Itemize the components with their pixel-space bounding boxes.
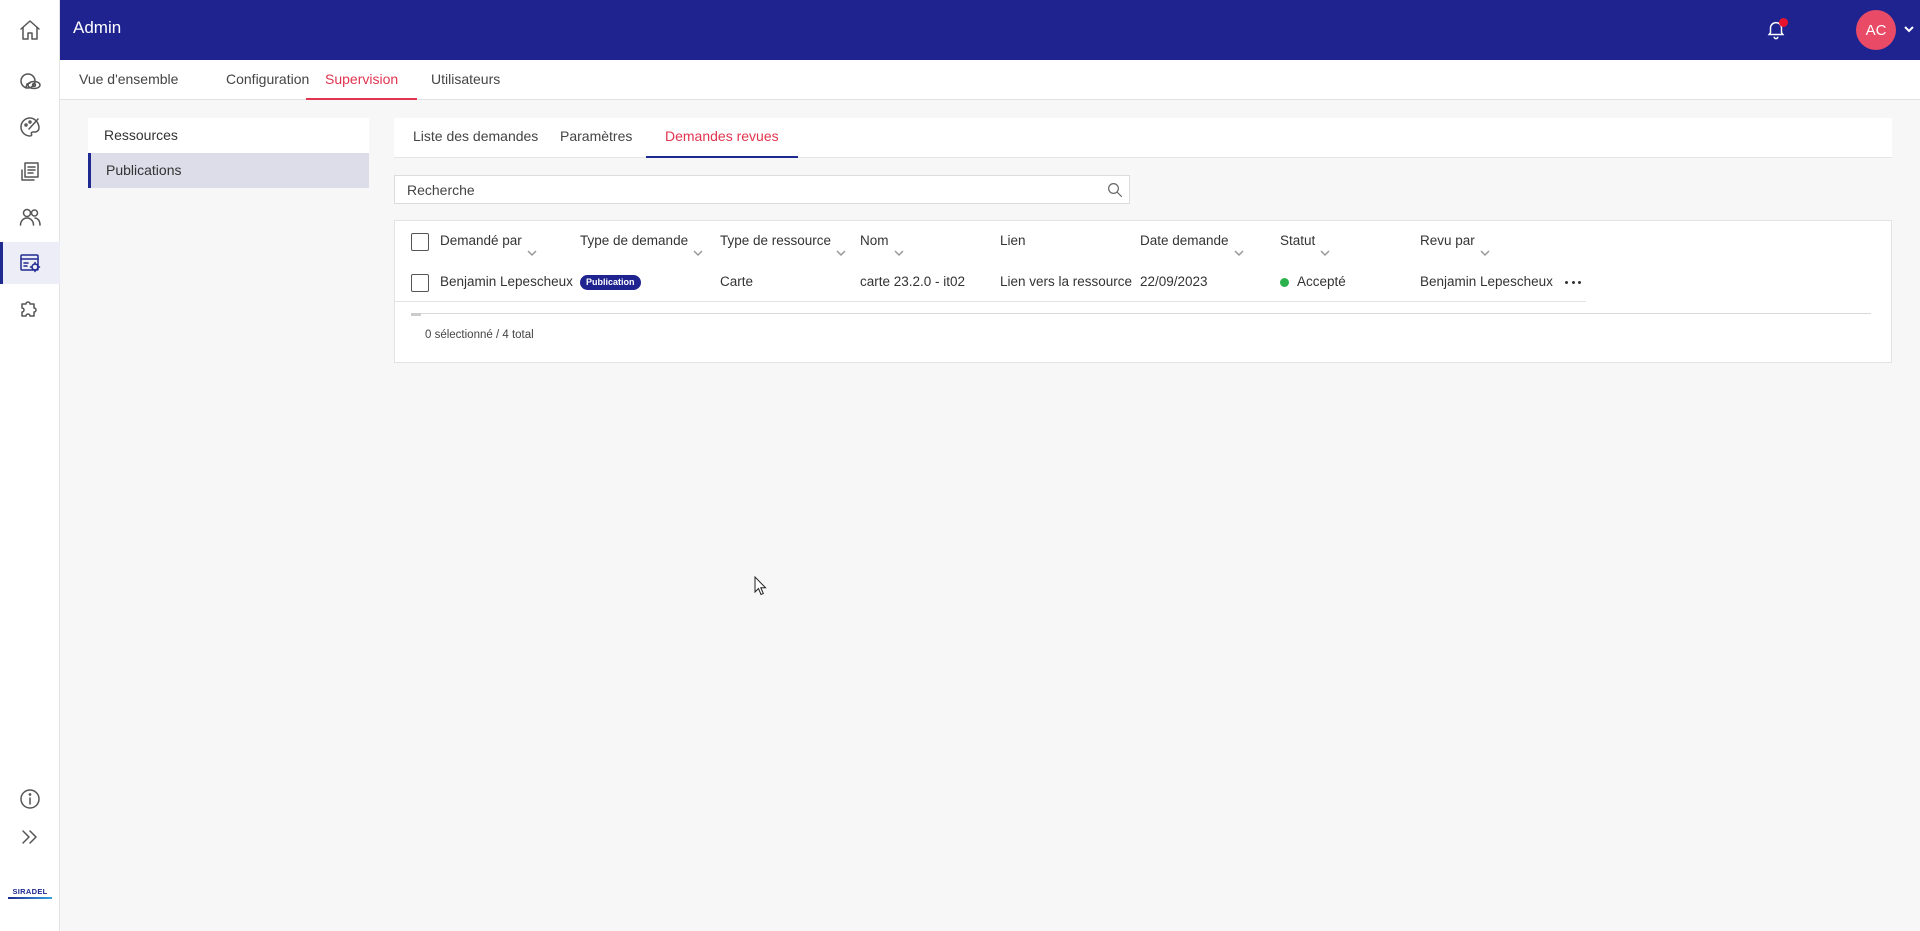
user-avatar[interactable]: AC (1856, 10, 1896, 50)
column-header-request-type[interactable]: Type de demande (580, 221, 704, 261)
chevron-down-icon (1319, 235, 1331, 257)
search-icon (1108, 182, 1123, 197)
rail-admin-settings[interactable] (0, 242, 60, 284)
cell-request-date: 22/09/2023 (1140, 274, 1208, 289)
selection-count: 0 sélectionné / 4 total (425, 329, 534, 341)
status-label: Accepté (1297, 274, 1346, 289)
main-tabs: Vue d'ensemble Configuration Supervision… (60, 60, 1920, 100)
column-label: Revu par (1420, 233, 1475, 248)
rail-expand[interactable] (0, 816, 60, 858)
cell-request-type: Publication (580, 262, 641, 302)
cell-requested-by: Benjamin Lepescheux (440, 274, 573, 289)
column-label: Statut (1280, 233, 1316, 248)
notification-dot (1779, 18, 1788, 27)
reviewed-requests-table: Demandé par Type de demande Type de ress… (394, 220, 1892, 363)
company-logo: SIRADEL (6, 887, 54, 903)
column-label: Type de ressource (720, 233, 832, 248)
cell-resource-type: Carte (720, 274, 754, 289)
documents-icon (21, 162, 39, 181)
chevron-down-icon (692, 235, 704, 257)
search-button[interactable] (1101, 176, 1129, 203)
rail-info[interactable] (0, 778, 60, 820)
app-title: Admin (73, 18, 122, 37)
home-icon (20, 20, 40, 40)
rail-extensions[interactable] (0, 287, 60, 329)
side-item-publications[interactable]: Publications (88, 153, 369, 188)
column-label: Lien (1000, 233, 1026, 248)
tab-supervision[interactable]: Supervision (306, 60, 418, 100)
status-accepted-dot (1280, 277, 1289, 287)
monitoring-icon (20, 73, 41, 90)
rail-documents[interactable] (0, 151, 60, 193)
column-header-resource-type[interactable]: Type de ressource (720, 221, 847, 261)
table-header-row: Demandé par Type de demande Type de ress… (395, 221, 1585, 261)
design-icon (20, 117, 40, 137)
admin-settings-icon (20, 254, 41, 273)
chevron-down-icon (526, 235, 538, 257)
column-label: Type de demande (580, 233, 689, 248)
cell-name: carte 23.2.0 - it02 (860, 274, 966, 289)
left-rail: SIRADEL (0, 0, 60, 931)
row-checkbox[interactable] (411, 274, 429, 292)
info-icon (20, 789, 40, 809)
publication-sub-tabs: Liste des demandes Paramètres Demandes r… (394, 118, 1892, 158)
rail-design[interactable] (0, 106, 60, 148)
tab-reviewed-requests[interactable]: Demandes revues (646, 118, 798, 158)
column-header-request-date[interactable]: Date demande (1140, 221, 1245, 261)
chevron-down-icon (835, 235, 847, 257)
column-header-link: Lien (1000, 221, 1026, 261)
resource-link[interactable]: Lien vers la ressource (1000, 262, 1132, 302)
column-header-reviewed-by[interactable]: Revu par (1420, 221, 1491, 261)
mouse-cursor-icon (754, 576, 767, 596)
cell-reviewed-by: Benjamin Lepescheux (1420, 274, 1553, 289)
top-header: Admin AC (60, 0, 1920, 60)
row-actions-button[interactable] (1565, 275, 1581, 289)
supervision-side-menu: Ressources Publications (88, 118, 369, 188)
tab-users[interactable]: Utilisateurs (412, 60, 519, 100)
expand-icon (22, 830, 37, 844)
rail-home[interactable] (0, 9, 60, 51)
search-input[interactable] (395, 176, 1101, 203)
select-all-checkbox[interactable] (411, 233, 429, 251)
logo-text: SIRADEL (12, 887, 48, 896)
column-header-status[interactable]: Statut (1280, 221, 1331, 261)
column-label: Demandé par (440, 233, 522, 248)
table-scrollbar-thumb[interactable] (411, 313, 421, 316)
user-menu-chevron[interactable] (1903, 22, 1917, 36)
column-label: Date demande (1140, 233, 1229, 248)
chevron-down-icon (1479, 235, 1491, 257)
chevron-down-icon (893, 235, 905, 257)
users-icon (19, 208, 41, 226)
extensions-icon (21, 301, 37, 317)
table-scrollbar-track[interactable] (411, 313, 1871, 314)
column-label: Nom (860, 233, 889, 248)
table-row[interactable]: Benjamin Lepescheux Publication Carte ca… (395, 262, 1586, 302)
rail-monitoring[interactable] (0, 61, 60, 103)
notifications-button[interactable] (1765, 18, 1789, 42)
side-item-resources[interactable]: Ressources (88, 118, 369, 153)
chevron-down-icon (1904, 26, 1914, 33)
column-header-name[interactable]: Nom (860, 221, 905, 261)
search-box (394, 175, 1130, 204)
chevron-down-icon (1233, 235, 1245, 257)
request-type-badge: Publication (580, 274, 641, 290)
tab-overview[interactable]: Vue d'ensemble (60, 60, 197, 100)
cell-status: Accepté (1280, 262, 1346, 302)
rail-users[interactable] (0, 196, 60, 238)
tab-request-list[interactable]: Liste des demandes (394, 118, 557, 158)
column-header-requested-by[interactable]: Demandé par (440, 221, 538, 261)
tab-parameters[interactable]: Paramètres (541, 118, 651, 158)
